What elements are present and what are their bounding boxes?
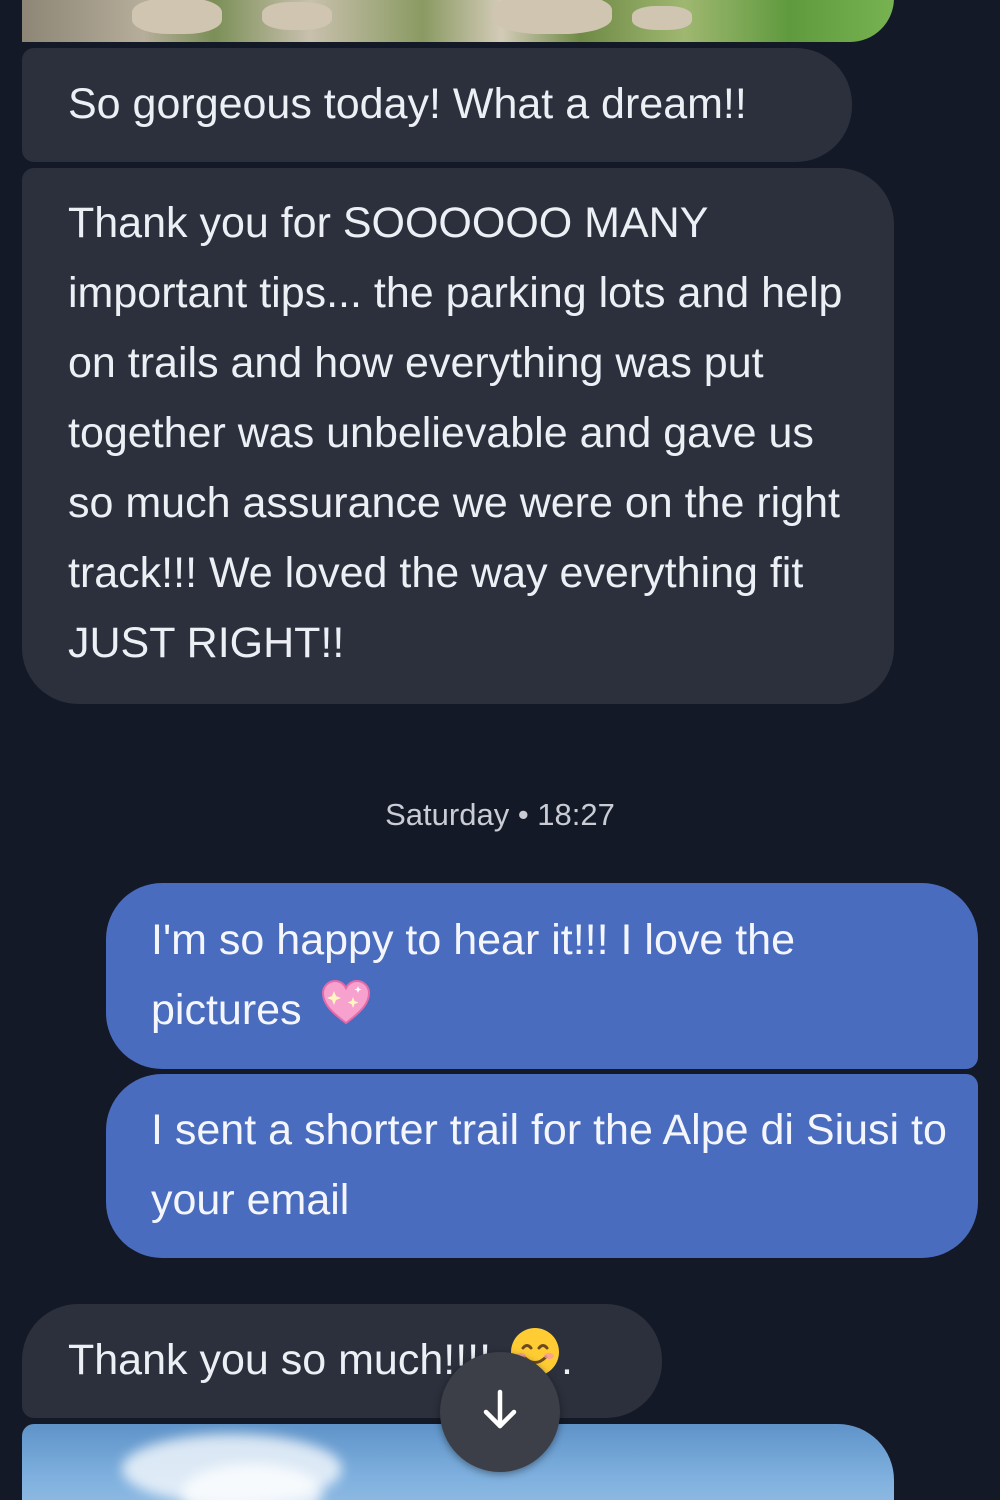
message-timestamp: Saturday • 18:27 (385, 797, 615, 832)
sparkling-heart-emoji (320, 977, 372, 1048)
message-text: I sent a shorter trail for the Alpe di S… (151, 1106, 947, 1224)
message-text: I'm so happy to hear it!!! I love the pi… (151, 916, 795, 1034)
message-text: Thank you for SOOOOOO MANY important tip… (68, 199, 843, 667)
message-bubble-outgoing[interactable]: I sent a shorter trail for the Alpe di S… (106, 1074, 978, 1258)
message-text: Thank you so much!!!! (68, 1336, 492, 1384)
message-bubble-outgoing[interactable]: I'm so happy to hear it!!! I love the pi… (106, 883, 978, 1069)
scroll-to-bottom-button[interactable] (440, 1352, 560, 1472)
message-text: So gorgeous today! What a dream!! (68, 80, 747, 128)
arrow-down-icon (476, 1386, 524, 1439)
conversation-screen: So gorgeous today! What a dream!! Thank … (0, 0, 1000, 1500)
message-suffix: . (560, 1336, 573, 1384)
message-bubble-incoming[interactable]: Thank you so much!!!! . (22, 1304, 662, 1418)
message-bubble-incoming[interactable]: So gorgeous today! What a dream!! (22, 48, 852, 162)
image-attachment-mountain-trail[interactable] (22, 0, 894, 42)
message-bubble-incoming[interactable]: Thank you for SOOOOOO MANY important tip… (22, 168, 894, 704)
